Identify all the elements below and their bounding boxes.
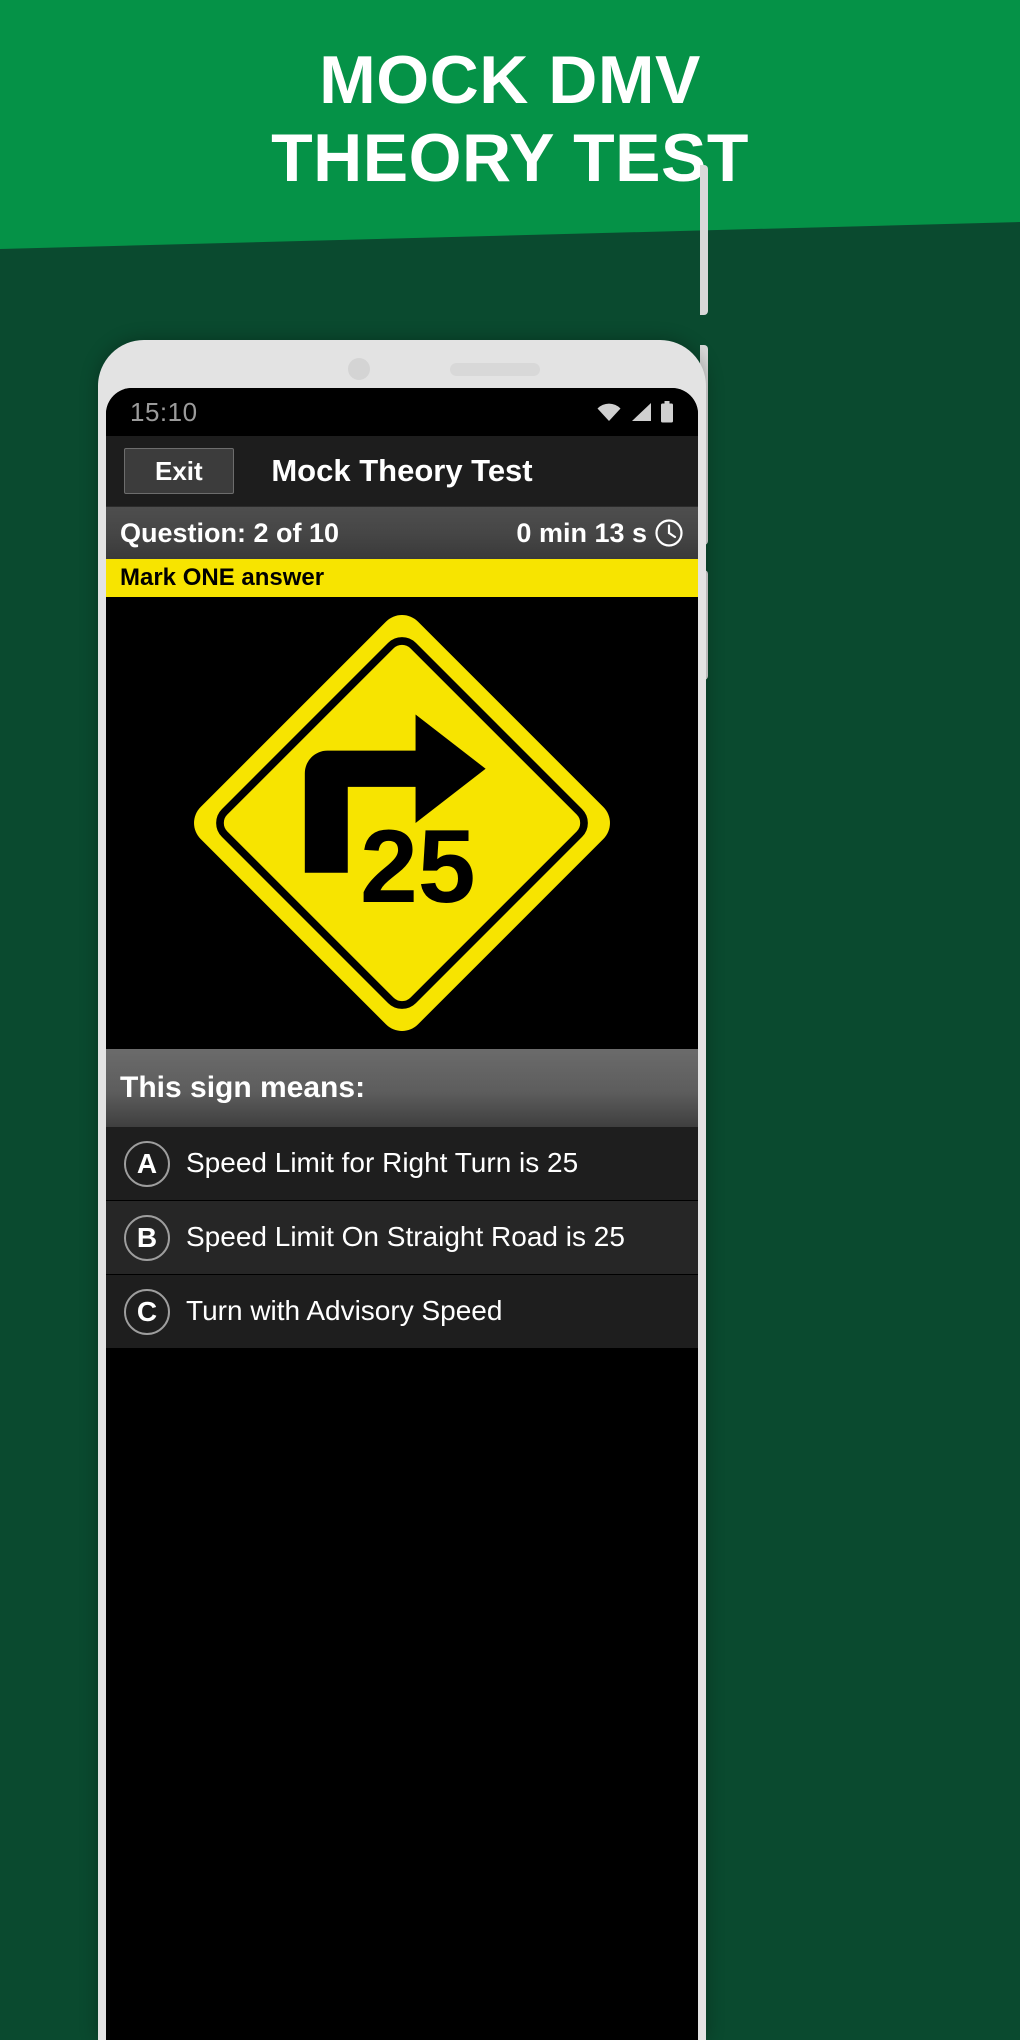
right-turn-advisory-speed-sign-icon: 25 <box>194 615 610 1031</box>
answer-badge-b: B <box>124 1214 170 1261</box>
hero-title-line-2: THEORY TEST <box>271 119 749 196</box>
phone-side-button-volume-up[interactable] <box>700 165 708 315</box>
phone-camera-icon <box>348 358 370 380</box>
answer-options-list: A Speed Limit for Right Turn is 25 B Spe… <box>106 1127 698 1629</box>
signal-icon <box>632 403 651 421</box>
hero-banner: MOCK DMV THEORY TEST <box>0 0 1020 249</box>
answer-option-b[interactable]: B Speed Limit On Straight Road is 25 <box>106 1201 698 1275</box>
answer-text-c: Turn with Advisory Speed <box>186 1295 503 1327</box>
phone-speaker-grille <box>450 363 540 376</box>
status-bar-icons <box>596 401 674 423</box>
question-image: 25 <box>106 597 698 1049</box>
answer-text-b: Speed Limit On Straight Road is 25 <box>186 1221 625 1253</box>
answer-option-c[interactable]: C Turn with Advisory Speed <box>106 1275 698 1349</box>
answer-badge-a: A <box>124 1140 170 1187</box>
question-counter: Question: 2 of 10 <box>120 517 340 548</box>
timer-label: 0 min 13 s <box>516 517 647 548</box>
answer-option-a[interactable]: A Speed Limit for Right Turn is 25 <box>106 1127 698 1201</box>
answers-empty-space <box>106 1349 698 1629</box>
answer-badge-c: C <box>124 1288 170 1335</box>
hero-title-line-1: MOCK DMV <box>319 42 701 118</box>
sign-speed-value: 25 <box>360 809 476 925</box>
battery-icon <box>661 401 673 423</box>
mark-one-answer-banner: Mark ONE answer <box>106 559 698 597</box>
answer-text-a: Speed Limit for Right Turn is 25 <box>186 1147 579 1179</box>
phone-mockup: 15:10 Exit Mock Theory Test Question: 2 … <box>98 340 706 2040</box>
exit-button[interactable]: Exit <box>124 448 234 494</box>
question-timer: 0 min 13 s <box>516 518 684 549</box>
phone-screen: 15:10 Exit Mock Theory Test Question: 2 … <box>106 388 698 2040</box>
status-bar: 15:10 <box>106 388 698 436</box>
page-title: MOCK DMV THEORY TEST <box>0 42 1020 197</box>
question-prompt: This sign means: <box>106 1049 698 1127</box>
app-header: Exit Mock Theory Test <box>106 436 698 506</box>
wifi-icon <box>597 403 621 421</box>
status-bar-clock: 15:10 <box>130 396 198 427</box>
clock-icon <box>655 519 683 547</box>
question-status-bar: Question: 2 of 10 0 min 13 s <box>106 506 698 559</box>
